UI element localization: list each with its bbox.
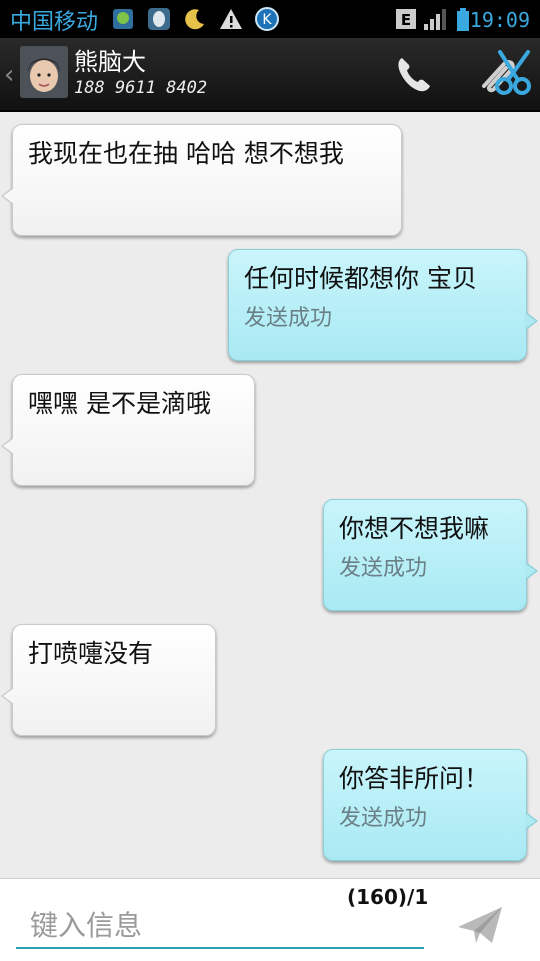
network-type-icon: E bbox=[396, 9, 416, 29]
message-text: 嘿嘿 是不是滴哦 bbox=[28, 389, 211, 418]
back-chevron-icon[interactable]: ‹ bbox=[4, 60, 14, 90]
contact-phone: 188 9611 8402 bbox=[74, 78, 208, 98]
signal-icon bbox=[424, 9, 446, 30]
send-icon[interactable] bbox=[456, 905, 504, 945]
message-status: 发送成功 bbox=[339, 556, 428, 581]
qq-icon bbox=[148, 8, 170, 30]
status-bar: 中国移动 K E 19:09 bbox=[0, 0, 540, 38]
k-icon: K bbox=[255, 7, 279, 31]
message-bubble-outgoing[interactable]: 任何时候都想你 宝贝 发送成功 bbox=[228, 249, 538, 361]
message-list[interactable]: 我现在也在抽 哈哈 想不想我 任何时候都想你 宝贝 发送成功 嘿嘿 是不是滴哦 … bbox=[0, 112, 540, 878]
message-bubble-incoming[interactable]: 我现在也在抽 哈哈 想不想我 bbox=[1, 124, 402, 236]
moon-icon bbox=[185, 9, 204, 30]
compose-bar: (160)/1 bbox=[0, 878, 540, 961]
message-text: 你想不想我嘛 bbox=[339, 514, 490, 543]
avatar[interactable] bbox=[20, 46, 68, 98]
warning-icon bbox=[220, 9, 242, 29]
attachment-icon[interactable] bbox=[474, 46, 534, 100]
carrier-label: 中国移动 bbox=[10, 10, 99, 35]
message-text: 你答非所问！ bbox=[339, 764, 490, 793]
message-bubble-incoming[interactable]: 嘿嘿 是不是滴哦 bbox=[1, 374, 255, 486]
svg-text:E: E bbox=[401, 11, 411, 29]
message-status: 发送成功 bbox=[244, 306, 333, 331]
phone-icon[interactable] bbox=[392, 52, 436, 96]
message-status: 发送成功 bbox=[339, 806, 428, 831]
contact-name: 熊脑大 bbox=[74, 48, 146, 76]
message-input[interactable] bbox=[16, 903, 424, 949]
clock: 19:09 bbox=[469, 8, 530, 32]
message-text: 我现在也在抽 哈哈 想不想我 bbox=[28, 139, 344, 168]
message-bubble-outgoing[interactable]: 你答非所问！ 发送成功 bbox=[323, 749, 538, 861]
message-bubble-outgoing[interactable]: 你想不想我嘛 发送成功 bbox=[323, 499, 538, 611]
conversation-header: ‹ 熊脑大 188 9611 8402 bbox=[0, 38, 540, 112]
message-text: 任何时候都想你 宝贝 bbox=[244, 264, 477, 293]
message-text: 打喷嚏没有 bbox=[28, 639, 154, 668]
message-bubble-incoming[interactable]: 打喷嚏没有 bbox=[1, 624, 216, 736]
app-icon bbox=[113, 9, 133, 29]
svg-text:K: K bbox=[262, 12, 272, 28]
